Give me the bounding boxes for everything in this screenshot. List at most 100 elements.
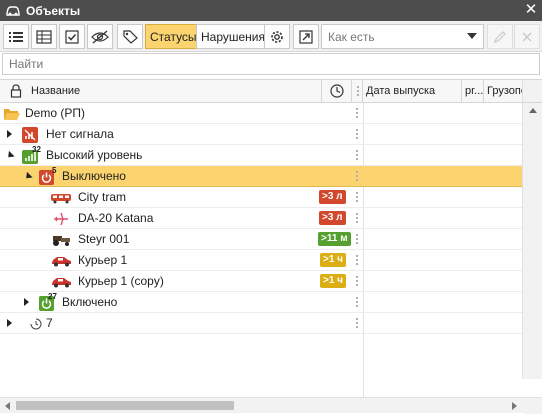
delete-button[interactable] bbox=[514, 24, 540, 49]
tree-row-label: 7 bbox=[46, 316, 53, 330]
settings-button[interactable] bbox=[264, 24, 290, 49]
grid-header: Название Дата выпуска pr... Грузопо bbox=[0, 80, 542, 103]
sort-dropdown-value: Как есть bbox=[328, 29, 375, 44]
tree-row-power-on[interactable]: 27 Включено bbox=[0, 292, 522, 313]
close-icon[interactable]: ✕ bbox=[524, 2, 538, 18]
select-all-button[interactable] bbox=[59, 24, 85, 49]
column-release-date[interactable]: Дата выпуска bbox=[363, 80, 462, 102]
tree-row-label: Steyr 001 bbox=[78, 232, 130, 246]
status-badge: >3 л bbox=[319, 190, 346, 204]
car-red-icon bbox=[50, 273, 72, 290]
scroll-up-arrow-icon[interactable] bbox=[529, 108, 537, 113]
window-title: Объекты bbox=[26, 3, 81, 18]
column-release-date-label: Дата выпуска bbox=[366, 85, 436, 97]
lock-icon bbox=[10, 84, 22, 98]
tree-row-object[interactable]: Курьер 1 (copy) >1 ч bbox=[0, 271, 522, 292]
search-input[interactable] bbox=[3, 54, 539, 74]
sort-dropdown[interactable]: Как есть bbox=[321, 24, 484, 49]
tree-row-label: Включено bbox=[62, 295, 118, 309]
tram-icon bbox=[50, 189, 72, 206]
pencil-icon bbox=[494, 30, 506, 43]
row-resize-handle bbox=[355, 295, 358, 309]
violations-button[interactable]: Нарушения bbox=[196, 24, 271, 49]
list-view-button[interactable] bbox=[3, 24, 29, 49]
row-count: 27 bbox=[48, 292, 57, 301]
column-col4[interactable]: Грузопо bbox=[484, 80, 522, 102]
eye-hidden-icon bbox=[91, 30, 109, 43]
tree-row-object[interactable]: Курьер 1 >1 ч bbox=[0, 250, 522, 271]
tree-row-label: Высокий уровень bbox=[46, 148, 143, 162]
tags-button[interactable] bbox=[117, 24, 143, 49]
column-col4-label: Грузопо bbox=[487, 85, 522, 97]
objects-grid: Название Дата выпуска pr... Грузопо Demo… bbox=[0, 79, 542, 399]
car-icon bbox=[5, 5, 21, 17]
gear-icon bbox=[271, 30, 283, 43]
row-resize-handle bbox=[355, 169, 358, 183]
row-resize-handle bbox=[355, 190, 358, 204]
status-badge: >1 ч bbox=[320, 274, 346, 288]
tree-row-no-signal[interactable]: Нет сигнала bbox=[0, 124, 522, 145]
expand-arrow-icon[interactable] bbox=[24, 298, 29, 306]
column-name[interactable]: Название bbox=[0, 80, 322, 102]
expand-arrow-icon[interactable] bbox=[7, 319, 12, 327]
tree-row-object[interactable]: City tram >3 л bbox=[0, 187, 522, 208]
row-resize-handle bbox=[355, 232, 358, 246]
row-count: 32 bbox=[32, 145, 41, 154]
row-resize-handle bbox=[355, 253, 358, 267]
statuses-button[interactable]: Статусы bbox=[145, 24, 202, 49]
row-resize-handle bbox=[355, 274, 358, 288]
chevron-down-icon bbox=[467, 33, 477, 39]
table-icon bbox=[36, 29, 52, 44]
tree-row-label: Курьер 1 bbox=[78, 253, 128, 267]
status-badge: >3 л bbox=[319, 211, 346, 225]
folder-icon bbox=[3, 105, 21, 122]
row-count: 5 bbox=[52, 166, 57, 175]
tree-row-label: DA-20 Katana bbox=[78, 211, 154, 225]
plane-icon bbox=[52, 210, 70, 227]
edit-button[interactable] bbox=[487, 24, 513, 49]
tree-row-label: City tram bbox=[78, 190, 126, 204]
row-resize-handle bbox=[355, 127, 358, 141]
header-scroll-corner bbox=[522, 80, 542, 102]
search-box bbox=[2, 53, 540, 75]
export-button[interactable] bbox=[293, 24, 319, 49]
scroll-left-arrow-icon[interactable] bbox=[5, 402, 10, 410]
expand-arrow-icon[interactable] bbox=[7, 130, 12, 138]
tree-row-high-signal[interactable]: 32 Высокий уровень bbox=[0, 145, 522, 166]
tree-row-object[interactable]: Steyr 001 >11 м bbox=[0, 229, 522, 250]
window-titlebar: Объекты ✕ bbox=[0, 0, 542, 21]
horizontal-scroll-thumb[interactable] bbox=[16, 401, 234, 410]
checkbox-icon bbox=[65, 29, 79, 44]
column-col3[interactable]: pr... bbox=[462, 80, 484, 102]
tree-row-object[interactable]: DA-20 Katana >3 л bbox=[0, 208, 522, 229]
hide-objects-button[interactable] bbox=[87, 24, 113, 49]
tree-row-label: Выключено bbox=[62, 169, 126, 183]
scroll-right-arrow-icon[interactable] bbox=[512, 402, 517, 410]
column-name-label: Название bbox=[31, 85, 81, 97]
row-resize-handle bbox=[355, 148, 358, 162]
close-icon bbox=[522, 32, 532, 41]
row-resize-handle bbox=[355, 211, 358, 225]
tree-row-label: Нет сигнала bbox=[46, 127, 114, 141]
collapse-arrow-icon[interactable] bbox=[23, 171, 33, 182]
tree-row-power-off[interactable]: 5 Выключено bbox=[0, 166, 522, 187]
no-signal-icon bbox=[21, 126, 39, 143]
row-resize-handle bbox=[355, 316, 358, 330]
status-badge: >11 м bbox=[318, 232, 351, 246]
column-resize-handle[interactable] bbox=[352, 80, 363, 102]
horizontal-scrollbar[interactable] bbox=[0, 397, 542, 414]
collapse-arrow-icon[interactable] bbox=[5, 150, 15, 161]
row-resize-handle bbox=[355, 106, 358, 120]
tree-row-demo[interactable]: Demo (РП) bbox=[0, 103, 522, 124]
tree-row-other[interactable]: 7 bbox=[0, 313, 522, 334]
car-red-icon bbox=[50, 252, 72, 269]
tag-icon bbox=[123, 29, 138, 44]
list-icon bbox=[9, 31, 23, 42]
table-view-button[interactable] bbox=[31, 24, 57, 49]
vertical-scrollbar[interactable] bbox=[522, 103, 542, 379]
tree-row-label: Demo (РП) bbox=[25, 106, 85, 120]
clock-small-icon bbox=[29, 315, 43, 332]
export-arrow-icon bbox=[299, 29, 313, 44]
tractor-icon bbox=[50, 231, 72, 248]
column-time[interactable] bbox=[322, 80, 352, 102]
